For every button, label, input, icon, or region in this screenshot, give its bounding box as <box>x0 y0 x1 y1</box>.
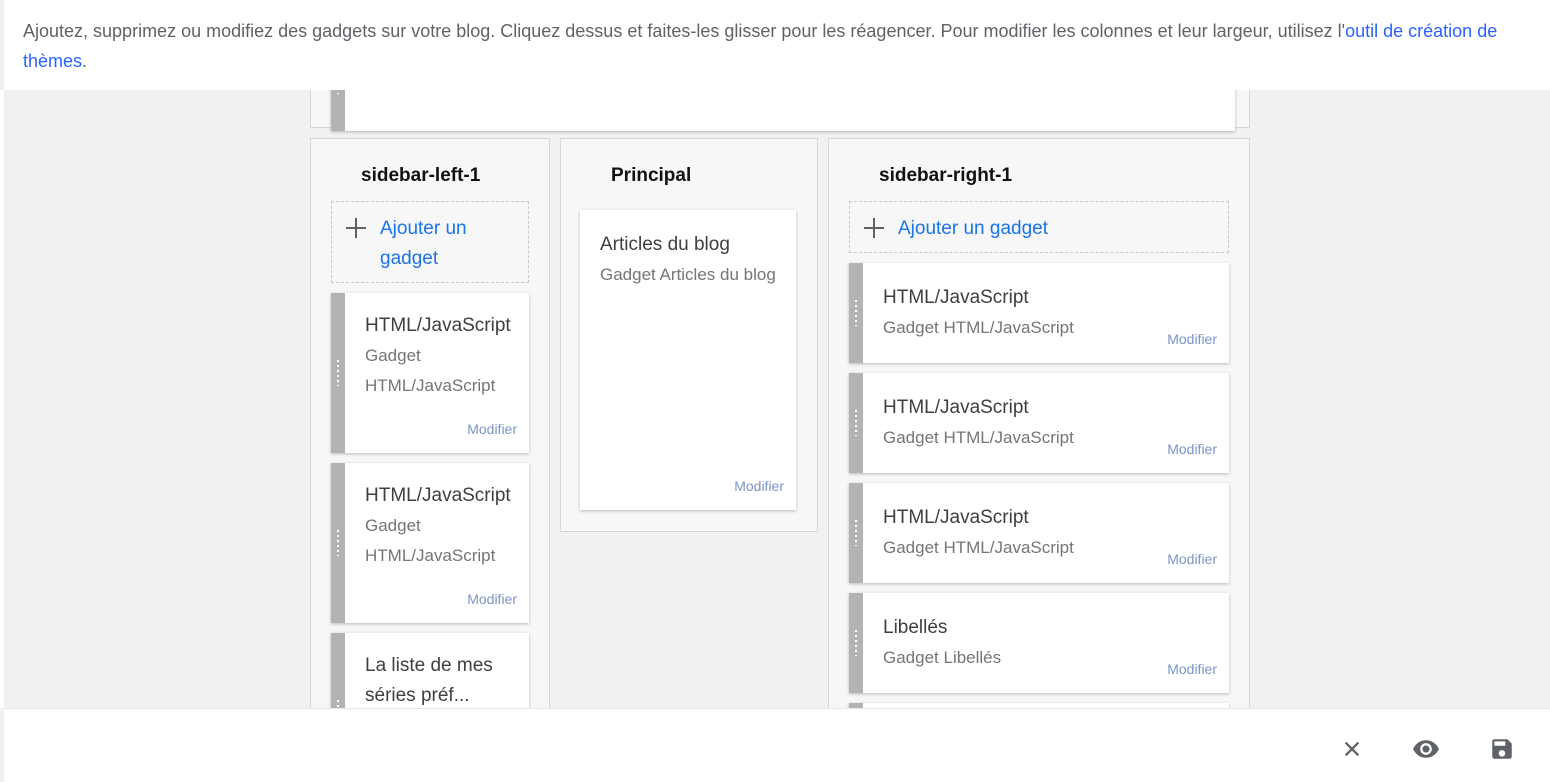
drag-handle[interactable] <box>331 633 345 708</box>
drag-handle[interactable] <box>849 263 863 363</box>
gadget-card[interactable]: Articles du blog Gadget Articles du blog… <box>580 210 796 510</box>
gadget-card[interactable]: HTML/JavaScript Gadget HTML/JavaScript M… <box>849 373 1229 473</box>
gadget-subtitle: Gadget HTML/JavaScript <box>365 346 496 395</box>
modify-link[interactable]: Modifier <box>1167 661 1217 677</box>
gadget-title: HTML/JavaScript <box>883 287 1029 308</box>
section-sidebar-left: sidebar-left-1 Ajouter un gadget HTML/Ja… <box>310 138 550 708</box>
eye-icon <box>1413 740 1439 758</box>
layout-canvas: sidebar-left-1 Ajouter un gadget HTML/Ja… <box>4 90 1550 708</box>
drag-handle[interactable] <box>849 593 863 693</box>
save-button[interactable] <box>1488 735 1516 763</box>
gadget-card[interactable]: HTML/JavaScript Gadget HTML/JavaScript M… <box>849 263 1229 363</box>
gadget-subtitle: Gadget Articles du blog <box>600 265 776 284</box>
gadget-title: HTML/JavaScript <box>883 507 1029 528</box>
section-title: Principal <box>611 165 692 186</box>
gadget-title: HTML/JavaScript <box>365 315 511 336</box>
intro-description: Ajoutez, supprimez ou modifiez des gadge… <box>23 21 1346 41</box>
gadget-card[interactable]: Libellés Gadget Libellés Modifier <box>849 593 1229 693</box>
drag-handle[interactable] <box>849 373 863 473</box>
gadget-title: Libellés <box>883 617 948 638</box>
gadget-card[interactable]: HTML/JavaScript Gadget HTML/JavaScript M… <box>331 463 529 623</box>
add-gadget-button[interactable]: Ajouter un gadget <box>849 201 1229 253</box>
section-sidebar-right: sidebar-right-1 Ajouter un gadget HTML/J… <box>828 138 1250 708</box>
gadget-subtitle: Gadget HTML/JavaScript <box>365 516 496 565</box>
gadget-title: HTML/JavaScript <box>365 485 511 506</box>
intro-end: . <box>82 51 88 71</box>
add-gadget-label: Ajouter un gadget <box>380 218 467 269</box>
gadget-title: HTML/JavaScript <box>883 397 1029 418</box>
gadget-card[interactable]: La liste de mes séries préf... <box>331 633 529 708</box>
section-title: sidebar-right-1 <box>879 165 1013 186</box>
drag-handle[interactable] <box>331 463 345 623</box>
section-title: sidebar-left-1 <box>361 165 481 186</box>
plus-icon <box>346 218 366 238</box>
add-gadget-label: Ajouter un gadget <box>898 218 1049 239</box>
close-icon <box>1344 741 1360 757</box>
save-icon <box>1492 739 1512 759</box>
footer-toolbar <box>0 708 1550 782</box>
modify-link[interactable]: Modifier <box>1167 551 1217 567</box>
drag-handle[interactable] <box>331 90 345 131</box>
gadget-title: La liste de mes séries préf... <box>365 655 493 706</box>
modify-link[interactable]: Modifier <box>1167 331 1217 347</box>
drag-handle[interactable] <box>331 293 345 453</box>
close-button[interactable] <box>1338 735 1366 763</box>
modify-link[interactable]: Modifier <box>734 478 784 494</box>
intro-text: Ajoutez, supprimez ou modifiez des gadge… <box>0 0 1550 90</box>
drag-handle[interactable] <box>849 483 863 583</box>
modify-link[interactable]: Modifier <box>1167 441 1217 457</box>
gadget-card[interactable]: HTML/JavaScript Gadget HTML/JavaScript M… <box>331 293 529 453</box>
modify-link[interactable]: Modifier <box>467 591 517 607</box>
gadget-card[interactable]: HTML/JavaScript Gadget HTML/JavaScript M… <box>849 483 1229 583</box>
plus-icon <box>864 218 884 238</box>
gadget-title: Articles du blog <box>600 234 730 255</box>
modify-link[interactable]: Modifier <box>467 421 517 437</box>
header-gadget[interactable] <box>331 90 1235 131</box>
section-header <box>310 90 1250 131</box>
preview-button[interactable] <box>1412 735 1440 763</box>
add-gadget-button[interactable]: Ajouter un gadget <box>331 201 529 283</box>
